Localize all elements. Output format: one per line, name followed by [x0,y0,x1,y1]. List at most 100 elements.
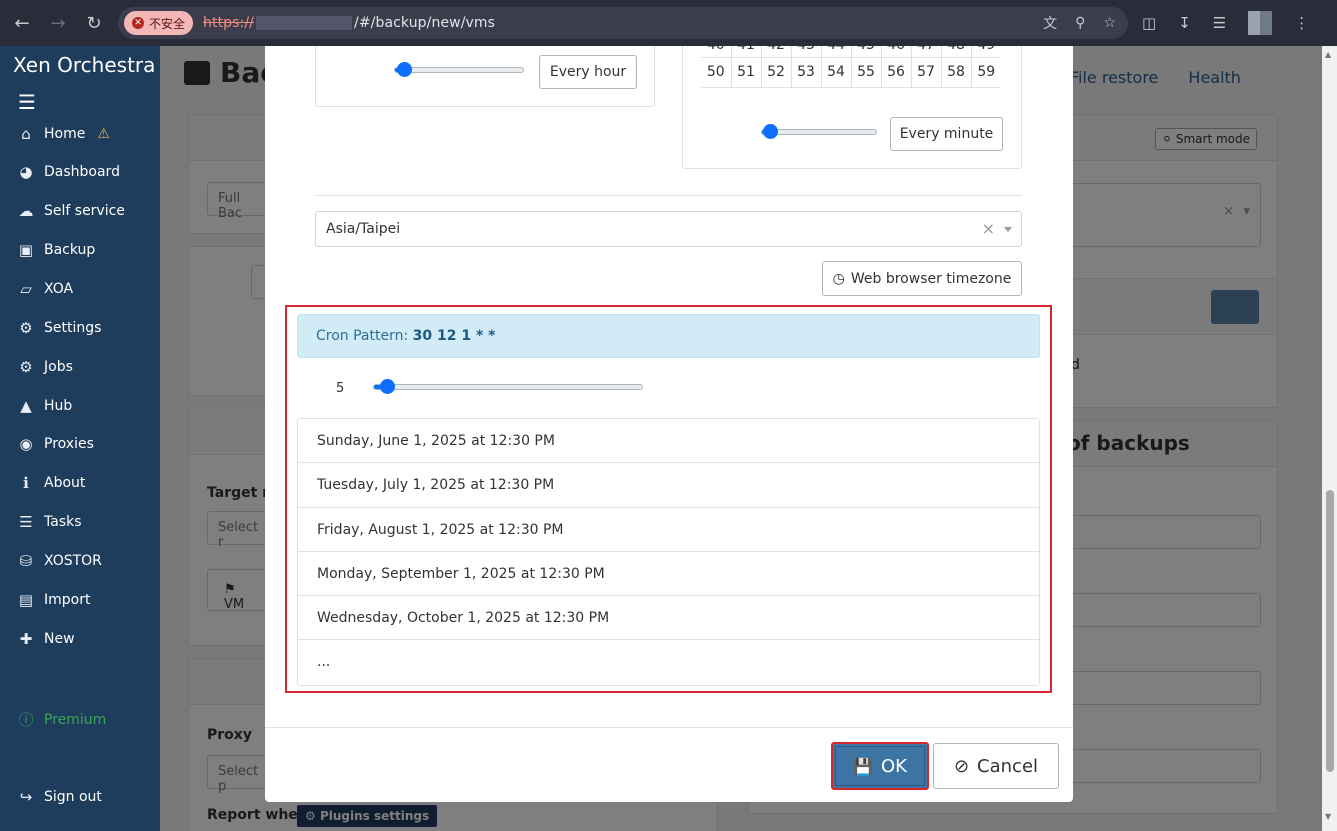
minute-cell[interactable]: 58 [941,57,972,88]
minute-cell[interactable]: 57 [911,57,942,88]
zoom-icon[interactable]: ⚲ [1075,15,1085,31]
scroll-up-icon[interactable]: ▲ [1325,50,1331,59]
url-path: /#/backup/new/vms [354,15,496,31]
minute-slider-knob[interactable] [763,124,778,139]
media-control-icon[interactable]: ☰ [1213,14,1226,32]
ok-button-focus-ring [835,746,925,786]
translate-icon[interactable]: 文 [1043,13,1057,33]
minute-cell[interactable]: 43 [791,46,822,58]
cron-pattern-label: Cron Pattern: [316,328,409,344]
minute-cell[interactable]: 50 [701,57,732,88]
minute-cell[interactable]: 44 [821,46,852,58]
sidebar-item-hub[interactable]: ▲ Hub [16,397,72,415]
info-icon: ℹ [23,474,29,492]
sidebar-item-tasks[interactable]: ☰ Tasks [16,513,81,531]
minute-cell[interactable]: 53 [791,57,822,88]
sidebar-item-label: Dashboard [44,164,120,180]
download-icon[interactable]: ↧ [1178,14,1191,32]
profile-avatar[interactable] [1248,11,1273,35]
cancel-button[interactable]: ⊘ Cancel [933,743,1059,789]
sidebar-item-new[interactable]: ✚ New [16,630,75,648]
ok-button[interactable]: 💾 OK [831,742,929,790]
minute-cell[interactable]: 42 [761,46,792,58]
forward-icon[interactable]: → [40,5,76,41]
sidebar-item-xoa[interactable]: ▱ XOA [16,280,73,298]
minute-grid: 4041424344454647484950515253545556575859 [701,46,1001,88]
web-browser-timezone-label: Web browser timezone [850,270,1012,287]
minute-slider[interactable] [761,124,877,139]
minute-row: 50 51 52 53 54 55 56 57 58 59 [701,57,1001,88]
page-scrollbar[interactable]: ▲ ▼ [1322,46,1337,831]
hour-slider-knob[interactable] [397,62,412,77]
url-scheme: https:// [203,15,254,31]
home-icon: ⌂ [21,125,31,143]
menu-icon[interactable]: ⋮ [1294,14,1309,32]
web-browser-timezone-button[interactable]: ◷ Web browser timezone [822,261,1022,296]
insecure-badge[interactable]: ✕ 不安全 [124,11,194,35]
back-icon[interactable]: ← [4,5,40,41]
list-item: Tuesday, July 1, 2025 at 12:30 PM [298,463,1039,508]
cubes-icon: ▲ [20,397,32,415]
minute-cell[interactable]: 52 [761,57,792,88]
minute-cell[interactable]: 59 [971,57,1001,88]
sidebar-item-label: New [44,631,75,647]
minute-cell[interactable]: 51 [731,57,762,88]
bookmark-star-icon[interactable]: ☆ [1103,15,1116,31]
warning-icon: ✕ [132,17,144,29]
minute-cell[interactable]: 47 [911,46,942,58]
scroll-down-icon[interactable]: ▼ [1325,812,1331,821]
sidebar-item-settings[interactable]: ⚙ Settings [16,319,101,337]
minute-panel: 4041424344454647484950515253545556575859… [682,46,1022,169]
extensions-icon[interactable]: ◫ [1142,14,1156,32]
minute-cell[interactable]: 48 [941,46,972,58]
every-minute-button[interactable]: Every minute [890,117,1003,151]
sidebar-item-self-service[interactable]: ☁ Self service [16,202,125,220]
sign-out-link[interactable]: ↪ Sign out [16,788,102,806]
minute-cell[interactable]: 49 [971,46,1001,58]
minute-cell[interactable]: 55 [851,57,882,88]
chevron-down-icon[interactable] [1004,227,1012,232]
brand-title[interactable]: Xen Orchestra [13,53,155,77]
timezone-select[interactable]: Asia/Taipei × [315,211,1022,247]
sign-out-icon: ↪ [19,788,33,806]
clear-icon[interactable]: × [982,219,995,238]
sidebar-item-proxies[interactable]: ◉ Proxies [16,435,93,453]
minute-cell[interactable]: 54 [821,57,852,88]
sidebar-item-premium[interactable]: ⓘ Premium [16,709,106,730]
cron-pattern-alert: Cron Pattern: 30 12 1 * * [297,314,1040,358]
sidebar-item-xostor[interactable]: ⛁ XOSTOR [16,552,102,570]
address-bar[interactable]: ✕ 不安全 https:// /#/backup/new/vms 文 ⚲ ☆ [118,7,1128,39]
minute-cell[interactable]: 56 [881,57,912,88]
reload-icon[interactable]: ↻ [76,5,112,41]
divider [315,195,1022,196]
sidebar-item-about[interactable]: ℹ About [16,474,85,492]
sidebar-item-label: About [44,475,86,491]
preview-count-slider[interactable] [373,379,643,394]
sidebar-item-dashboard[interactable]: ◕ Dashboard [16,163,120,181]
hamburger-icon[interactable]: ☰ [18,90,36,114]
list-item: Wednesday, October 1, 2025 at 12:30 PM [298,596,1039,641]
hour-slider[interactable] [394,62,524,77]
preview-slider-knob[interactable] [380,379,395,394]
minute-cell[interactable]: 41 [731,46,762,58]
hour-panel: Every hour [315,46,655,107]
minute-cell[interactable]: 45 [851,46,882,58]
cancel-button-label: Cancel [977,755,1039,777]
sidebar-item-label: Backup [44,242,96,258]
url-text[interactable]: https:// /#/backup/new/vms [203,15,495,31]
archive-icon: ▣ [18,241,34,259]
every-hour-button[interactable]: Every hour [539,55,637,89]
sidebar-item-home[interactable]: ⌂ Home ⚠ [16,125,110,143]
minute-cell[interactable]: 46 [881,46,912,58]
minute-cell[interactable]: 40 [701,46,732,58]
cube-icon: ▱ [20,280,32,298]
scrollbar-thumb[interactable] [1326,490,1334,772]
database-icon: ⛁ [19,552,33,570]
sidebar-item-import[interactable]: ▤ Import [16,591,91,609]
cron-pattern-value: 30 12 1 * * [412,328,496,344]
cogs-icon: ⚙ [19,358,33,376]
sidebar-item-backup[interactable]: ▣ Backup [16,241,95,259]
sidebar-item-jobs[interactable]: ⚙ Jobs [16,358,73,376]
timezone-value: Asia/Taipei [326,221,401,237]
url-host-redacted [256,16,352,30]
